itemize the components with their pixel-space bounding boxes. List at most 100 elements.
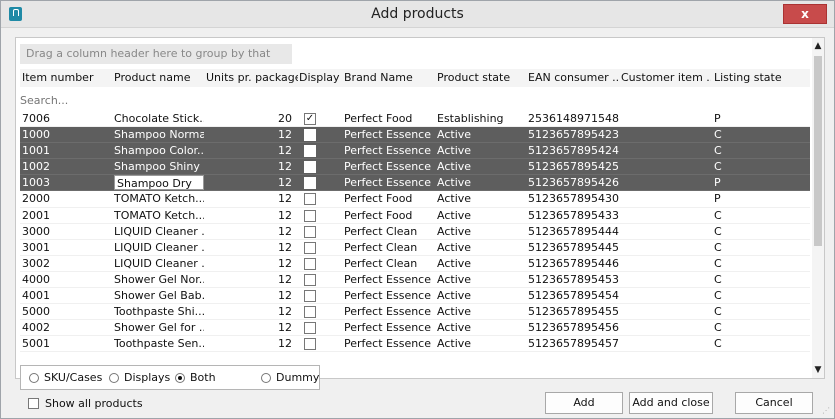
radio-displays-dot[interactable]: [109, 372, 119, 383]
cell-product-state: Active: [437, 240, 472, 254]
title-bar: Add products x: [1, 1, 834, 28]
cell-listing-state: C: [714, 160, 722, 174]
cell-item-number: 4001: [22, 289, 50, 303]
group-by-area[interactable]: Drag a column header here to group by th…: [20, 44, 292, 80]
close-button[interactable]: x: [783, 4, 827, 24]
cell-brand-name: Perfect Essence: [344, 272, 431, 286]
display-checkbox[interactable]: ✓: [304, 113, 316, 125]
cell-units: 12: [278, 160, 292, 174]
radio-sku-cases-dot[interactable]: [29, 372, 39, 383]
display-checkbox[interactable]: [304, 129, 316, 142]
cell-ean: 5123657895456: [528, 321, 619, 335]
cell-item-number: 3000: [22, 224, 50, 238]
vertical-scrollbar[interactable]: ▲ ▼: [812, 38, 824, 378]
resize-grip-icon[interactable]: ⋰: [822, 406, 832, 416]
window-title: Add products: [371, 6, 464, 22]
display-checkbox[interactable]: [304, 209, 316, 222]
table-row[interactable]: 2001 TOMATO Ketch... 12 Perfect Food Active 5…: [20, 208, 810, 224]
column-header-product-state[interactable]: Product state: [437, 69, 527, 87]
search-input[interactable]: [20, 92, 800, 108]
display-checkbox[interactable]: [304, 177, 316, 190]
radio-sku-cases[interactable]: SKU/Cases: [29, 371, 102, 384]
cell-product-name: TOMATO Ketch...: [114, 192, 204, 206]
table-row[interactable]: 1000 Shampoo Normal 12 Perfect Essence Activ…: [20, 127, 810, 144]
cell-product-name: Shampoo Normal: [114, 128, 204, 142]
table-row[interactable]: 4000 Shower Gel Nor... 12 Perfect Essence Ac…: [20, 272, 810, 289]
search-row: [20, 92, 810, 110]
cell-product-name: Toothpaste Shi...: [114, 305, 204, 319]
cell-ean: 5123657895433: [528, 208, 619, 222]
cell-brand-name: Perfect Food: [344, 208, 413, 222]
table-row[interactable]: 4002 Shower Gel for ... 12 Perfect Essence A…: [20, 320, 810, 337]
display-checkbox[interactable]: [304, 322, 316, 335]
cell-ean: 5123657895454: [528, 289, 619, 303]
column-header-item-number[interactable]: Item number: [22, 69, 110, 87]
product-name-edit-field[interactable]: Shampoo Dry: [114, 175, 204, 191]
radio-dummy[interactable]: Dummy: [261, 371, 319, 384]
product-grid: Drag a column header here to group by th…: [15, 37, 825, 379]
display-checkbox[interactable]: [304, 225, 316, 238]
add-and-close-button[interactable]: Add and close: [629, 392, 713, 414]
table-row[interactable]: 1003 Shampoo Dry 12 Perfect Essence Active 51…: [20, 175, 810, 192]
column-header-customer-item[interactable]: Customer item ...: [621, 69, 711, 87]
cell-units: 12: [278, 272, 292, 286]
cell-item-number: 1002: [22, 160, 50, 174]
radio-both-dot[interactable]: [175, 372, 185, 383]
radio-dummy-dot[interactable]: [261, 372, 271, 383]
display-checkbox[interactable]: [304, 193, 316, 206]
cell-listing-state: C: [714, 240, 722, 254]
add-products-dialog: Add products x Drag a column header here…: [0, 0, 835, 419]
column-header-units[interactable]: Units pr. package: [206, 69, 298, 87]
cell-product-state: Active: [437, 192, 472, 206]
display-checkbox[interactable]: [304, 338, 316, 351]
table-row[interactable]: 1001 Shampoo Color... 12 Perfect Essence Act…: [20, 143, 810, 160]
show-all-products-checkbox[interactable]: [28, 398, 39, 409]
column-header-product-name[interactable]: Product name: [114, 69, 204, 87]
table-row[interactable]: 3002 LIQUID Cleaner ... 12 Perfect Clean Act…: [20, 256, 810, 272]
cell-item-number: 4002: [22, 321, 50, 335]
table-row[interactable]: 1002 Shampoo Shiny 12 Perfect Essence Active…: [20, 159, 810, 176]
table-row[interactable]: 3001 LIQUID Cleaner ... 12 Perfect Clean Act…: [20, 240, 810, 256]
radio-both-label: Both: [190, 371, 216, 384]
cell-ean: 5123657895430: [528, 192, 619, 206]
table-row[interactable]: 3000 LIQUID Cleaner ... 12 Perfect Clean Act…: [20, 224, 810, 240]
cell-ean: 5123657895446: [528, 256, 619, 270]
display-checkbox[interactable]: [304, 306, 316, 319]
cell-product-state: Active: [437, 256, 472, 270]
table-row[interactable]: 2000 TOMATO Ketch... 12 Perfect Food Active 5…: [20, 191, 810, 208]
scrollbar-thumb[interactable]: [814, 56, 822, 246]
column-header-listing-state[interactable]: Listing state: [714, 69, 804, 87]
cell-brand-name: Perfect Essence: [344, 160, 431, 174]
add-button[interactable]: Add: [545, 392, 623, 414]
cell-units: 12: [278, 256, 292, 270]
cell-listing-state: C: [714, 128, 722, 142]
display-checkbox[interactable]: [304, 257, 316, 270]
table-row[interactable]: 7006 Chocolate Stick... 20 ✓ Perfect Food Est…: [20, 111, 810, 128]
radio-both[interactable]: Both: [175, 371, 216, 384]
radio-displays[interactable]: Displays: [109, 371, 170, 384]
cell-product-state: Active: [437, 208, 472, 222]
table-row[interactable]: 4001 Shower Gel Bab... 12 Perfect Essence Ac…: [20, 288, 810, 305]
table-row[interactable]: 5001 Toothpaste Sen... 12 Perfect Essence Ac…: [20, 336, 810, 353]
cell-brand-name: Perfect Clean: [344, 240, 418, 254]
scroll-down-icon[interactable]: ▼: [812, 364, 824, 376]
cell-listing-state: C: [714, 208, 722, 222]
display-checkbox[interactable]: [304, 161, 316, 174]
cell-product-state: Active: [437, 321, 472, 335]
display-checkbox[interactable]: [304, 273, 316, 286]
display-checkbox[interactable]: [304, 290, 316, 303]
column-header-display[interactable]: Display: [299, 69, 343, 87]
cell-product-state: Active: [437, 176, 472, 190]
display-checkbox[interactable]: [304, 241, 316, 254]
cell-brand-name: Perfect Essence: [344, 305, 431, 319]
column-header-brand-name[interactable]: Brand Name: [344, 69, 434, 87]
cancel-button[interactable]: Cancel: [735, 392, 813, 414]
show-all-products[interactable]: Show all products: [28, 397, 143, 410]
table-row[interactable]: 5000 Toothpaste Shi... 12 Perfect Essence Ac…: [20, 304, 810, 321]
cell-product-name: LIQUID Cleaner ...: [114, 224, 204, 238]
column-header-ean[interactable]: EAN consumer ...: [528, 69, 618, 87]
scroll-up-icon[interactable]: ▲: [812, 40, 824, 52]
display-checkbox[interactable]: [304, 145, 316, 158]
cell-units: 12: [278, 337, 292, 351]
cell-product-state: Active: [437, 337, 472, 351]
